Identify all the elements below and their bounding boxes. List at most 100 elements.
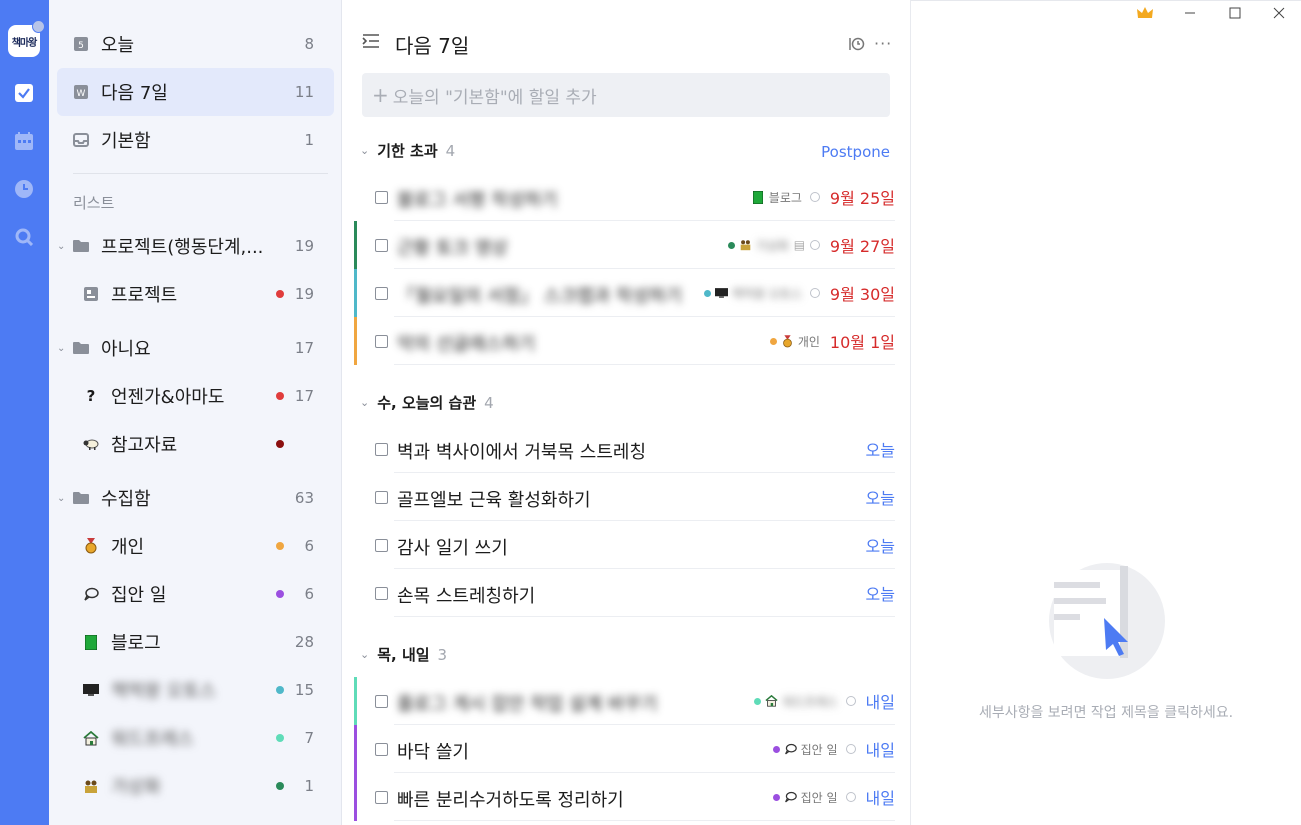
task-title[interactable]: 플로그 게시 잡안 작업 설계 바꾸기 (397, 690, 657, 716)
row-divider (394, 616, 895, 617)
task-row[interactable]: 골프엘보 근육 활성화하기 오늘 (354, 473, 895, 521)
task-checkbox[interactable] (375, 443, 388, 456)
sidebar-item-reference[interactable]: 참고자료 (57, 420, 334, 468)
task-row[interactable]: 바닥 쓸기 집안 일 내일 (354, 725, 895, 773)
task-row[interactable]: 플로그 게시 잡안 작업 설계 바꾸기 워드프레스 내일 (354, 677, 895, 725)
sidebar-item-blog[interactable]: 블로그 28 (57, 618, 334, 666)
task-title[interactable]: 블로그 서평 작성하기 (397, 186, 557, 212)
sidebar-item-someday-maybe[interactable]: ? 언젠가&아마도 17 (57, 372, 334, 420)
close-icon[interactable] (1273, 7, 1285, 23)
chevron-down-icon[interactable]: ⌄ (57, 493, 67, 504)
list-color-dot (727, 241, 735, 249)
task-title[interactable]: 근황 토크 영상 (397, 234, 508, 260)
history-icon[interactable] (849, 36, 865, 55)
task-title[interactable]: 바닥 쓸기 (397, 738, 469, 764)
task-due-date[interactable]: 오늘 (866, 581, 895, 605)
task-row[interactable]: 빠른 분리수거하도록 정리하기 집안 일 내일 (354, 773, 895, 821)
group-title: 수, 오늘의 습관 (377, 394, 477, 412)
tasks-checkbox-icon[interactable] (14, 83, 34, 103)
group-header-overdue[interactable]: ⌄ 기한 초과 4 (360, 140, 455, 161)
sidebar-item-count: 6 (304, 585, 314, 603)
task-checkbox[interactable] (375, 239, 388, 252)
chevron-down-icon[interactable]: ⌄ (360, 144, 369, 157)
premium-crown-icon[interactable] (1137, 7, 1153, 23)
sidebar-divider (73, 173, 328, 174)
task-title[interactable]: 빠른 분리수거하도록 정리하기 (397, 786, 624, 812)
task-checkbox[interactable] (375, 695, 388, 708)
folder-icon (71, 236, 91, 256)
task-row[interactable]: 손목 스트레칭하기 오늘 (354, 569, 895, 617)
chevron-down-icon[interactable]: ⌄ (360, 648, 369, 661)
sidebar-folder-project-group[interactable]: ⌄ 프로젝트(행동단계,... 19 (57, 222, 334, 270)
avatar[interactable]: 책마왕 (8, 20, 45, 57)
task-due-date[interactable]: 오늘 (866, 533, 895, 557)
repeat-ring-icon (809, 288, 820, 298)
task-due-date[interactable]: 내일 (866, 689, 895, 713)
sidebar-folder-collection[interactable]: ⌄ 수집함 63 (57, 474, 334, 522)
task-row[interactable]: 「월요일의 서점」 스크랩과 작성하기 책먹왕 오토스 9월 30일 (354, 269, 895, 317)
task-checkbox[interactable] (375, 287, 388, 300)
speech-bubble-icon (784, 791, 797, 804)
calendar-icon[interactable] (14, 131, 34, 151)
empty-state-illustration-icon (1048, 562, 1166, 684)
sidebar-item-project[interactable]: 프로젝트 19 (57, 270, 334, 318)
task-checkbox[interactable] (375, 491, 388, 504)
sidebar-item-today[interactable]: 5 오늘 8 (57, 20, 334, 68)
more-options-icon[interactable]: ··· (874, 34, 892, 53)
sidebar-item-blurred-3[interactable]: 가상화 1 (57, 762, 334, 810)
sidebar-item-label: 아니요 (101, 339, 151, 360)
task-due-date[interactable]: 내일 (866, 785, 895, 809)
task-title[interactable]: 벽과 벽사이에서 거북목 스트레칭 (397, 438, 646, 464)
task-row[interactable]: 벽과 벽사이에서 거북목 스트레칭 오늘 (354, 425, 895, 473)
task-checkbox[interactable] (375, 191, 388, 204)
task-title[interactable]: 골프엘보 근육 활성화하기 (397, 486, 591, 512)
task-row[interactable]: 악의 선글래스하기 개인 10월 1일 (354, 317, 895, 365)
task-due-date[interactable]: 오늘 (866, 485, 895, 509)
task-checkbox[interactable] (375, 587, 388, 600)
task-due-date[interactable]: 10월 1일 (830, 329, 895, 353)
chevron-down-icon[interactable]: ⌄ (360, 396, 369, 409)
sidebar-item-housework[interactable]: 집안 일 6 (57, 570, 334, 618)
task-title[interactable]: 손목 스트레칭하기 (397, 582, 535, 608)
group-header-tomorrow[interactable]: ⌄ 목, 내일 3 (360, 644, 447, 665)
task-title[interactable]: 악의 선글래스하기 (397, 330, 535, 356)
task-row[interactable]: 블로그 서평 작성하기 블로그 9월 25일 (354, 173, 895, 221)
repeat-ring-icon (809, 240, 820, 250)
list-color-dot (276, 392, 284, 400)
row-divider (394, 820, 895, 821)
task-due-date[interactable]: 오늘 (866, 437, 895, 461)
list-color-dot (276, 782, 284, 790)
chevron-down-icon[interactable]: ⌄ (57, 241, 67, 252)
list-color-dot (276, 542, 284, 550)
sidebar-item-blurred-1[interactable]: 책먹왕 오토스 15 (57, 666, 334, 714)
sidebar-item-personal[interactable]: 개인 6 (57, 522, 334, 570)
task-due-date[interactable]: 9월 27일 (830, 233, 895, 257)
task-due-date[interactable]: 9월 25일 (830, 185, 895, 209)
sidebar-item-next-7-days[interactable]: W 다음 7일 11 (57, 68, 334, 116)
collapse-sidebar-icon[interactable] (362, 33, 380, 53)
list-color-dot (276, 686, 284, 694)
sidebar-item-inbox[interactable]: 기본함 1 (57, 116, 334, 164)
task-checkbox[interactable] (375, 743, 388, 756)
add-task-input[interactable]: + 오늘의 "기본함"에 할일 추가 (362, 73, 890, 117)
page-title: 다음 7일 (395, 34, 470, 58)
clock-icon[interactable] (14, 179, 34, 199)
chevron-down-icon[interactable]: ⌄ (57, 343, 67, 354)
task-row[interactable]: 감사 일기 쓰기 오늘 (354, 521, 895, 569)
sidebar-item-label: 가상화 (111, 777, 161, 798)
task-title[interactable]: 「월요일의 서점」 스크랩과 작성하기 (397, 282, 682, 308)
sidebar-item-blurred-2[interactable]: 워드프레스 7 (57, 714, 334, 762)
minimize-icon[interactable] (1184, 7, 1196, 23)
task-due-date[interactable]: 9월 30일 (830, 281, 895, 305)
search-icon[interactable] (14, 227, 34, 247)
task-row[interactable]: 근황 토크 영상 가상화 ▤ 9월 27일 (354, 221, 895, 269)
maximize-icon[interactable] (1229, 7, 1241, 23)
task-title[interactable]: 감사 일기 쓰기 (397, 534, 508, 560)
task-checkbox[interactable] (375, 335, 388, 348)
group-header-today-habits[interactable]: ⌄ 수, 오늘의 습관 4 (360, 392, 494, 413)
task-checkbox[interactable] (375, 539, 388, 552)
task-due-date[interactable]: 내일 (866, 737, 895, 761)
task-checkbox[interactable] (375, 791, 388, 804)
postpone-button[interactable]: Postpone (821, 143, 890, 161)
sidebar-folder-no[interactable]: ⌄ 아니요 17 (57, 324, 334, 372)
